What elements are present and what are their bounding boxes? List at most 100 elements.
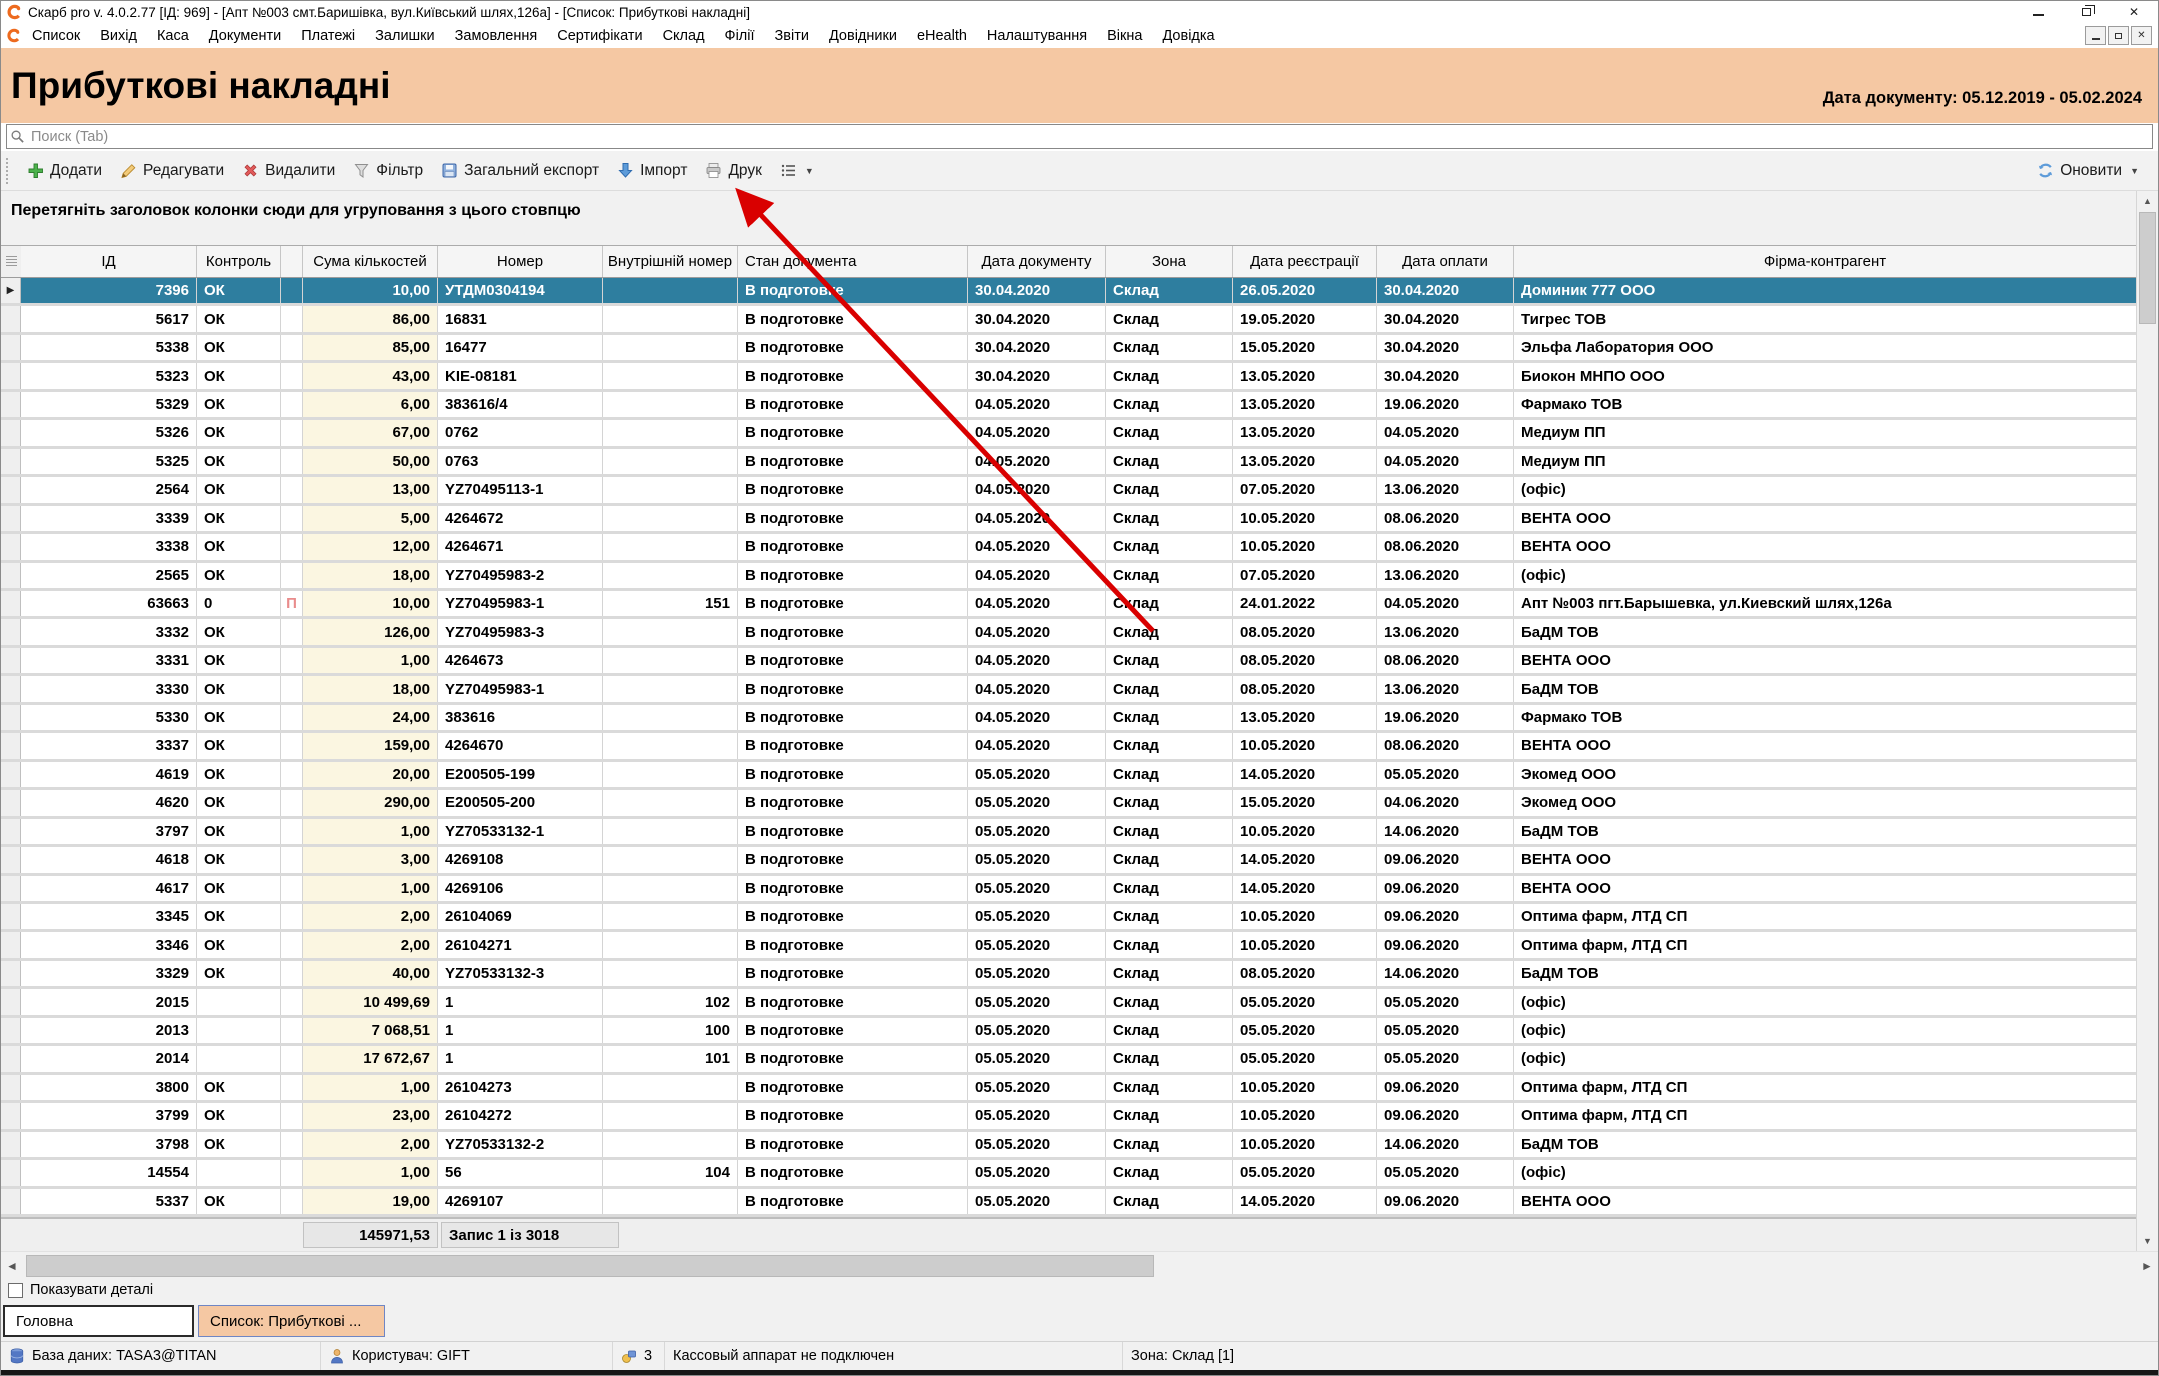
cell-doc-date: 05.05.2020 xyxy=(968,989,1106,1014)
tab-home[interactable]: Головна xyxy=(3,1305,194,1337)
column-header-id[interactable]: ІД xyxy=(21,246,197,277)
close-button[interactable]: ✕ xyxy=(2110,1,2158,23)
mdi-minimize-button[interactable] xyxy=(2085,26,2106,45)
menu-item-8[interactable]: Сертифікати xyxy=(547,28,652,44)
export-button[interactable]: Загальний експорт xyxy=(432,156,608,186)
refresh-icon xyxy=(2037,162,2054,179)
table-row[interactable]: 3331ОК1,004264673В подготовке04.05.2020С… xyxy=(1,648,2136,676)
column-header-internal-number[interactable]: Внутрішній номер xyxy=(603,246,738,277)
table-row[interactable]: 4619ОК20,00E200505-199В подготовке05.05.… xyxy=(1,762,2136,790)
table-row[interactable]: 4618ОК3,004269108В подготовке05.05.2020С… xyxy=(1,847,2136,875)
menu-item-14[interactable]: Налаштування xyxy=(977,28,1097,44)
horizontal-scroll-thumb[interactable] xyxy=(26,1255,1154,1277)
tab-list-invoices[interactable]: Список: Прибуткові ... xyxy=(198,1305,385,1337)
filter-button[interactable]: Фільтр xyxy=(344,156,432,186)
menu-item-12[interactable]: Довідники xyxy=(819,28,907,44)
column-header-qty-sum[interactable]: Сума кількостей xyxy=(303,246,438,277)
table-row[interactable]: 4620ОК290,00E200505-200В подготовке05.05… xyxy=(1,790,2136,818)
vertical-scrollbar[interactable]: ▲ ▼ xyxy=(2136,191,2158,1251)
menu-item-15[interactable]: Вікна xyxy=(1097,28,1152,44)
table-row[interactable]: 3339ОК5,004264672В подготовке04.05.2020С… xyxy=(1,506,2136,534)
table-row[interactable]: 3798ОК2,00YZ70533132-2В подготовке05.05.… xyxy=(1,1132,2136,1160)
mdi-restore-button[interactable] xyxy=(2108,26,2129,45)
table-row[interactable]: 3346ОК2,0026104271В подготовке05.05.2020… xyxy=(1,932,2136,960)
menu-item-2[interactable]: Вихід xyxy=(90,28,147,44)
table-row[interactable]: 3329ОК40,00YZ70533132-3В подготовке05.05… xyxy=(1,961,2136,989)
import-button[interactable]: Імпорт xyxy=(608,156,696,186)
vertical-scroll-thumb[interactable] xyxy=(2139,212,2156,324)
scroll-right-icon[interactable]: ► xyxy=(2136,1252,2158,1279)
table-row[interactable]: 3345ОК2,0026104069В подготовке05.05.2020… xyxy=(1,904,2136,932)
table-row[interactable]: 4617ОК1,004269106В подготовке05.05.2020С… xyxy=(1,876,2136,904)
table-row[interactable]: 3799ОК23,0026104272В подготовке05.05.202… xyxy=(1,1103,2136,1131)
column-header-number[interactable]: Номер xyxy=(438,246,603,277)
table-row[interactable]: 5325ОК50,000763В подготовке04.05.2020Скл… xyxy=(1,449,2136,477)
menu-item-16[interactable]: Довідка xyxy=(1152,28,1224,44)
cell-doc-state: В подготовке xyxy=(738,1160,968,1185)
menu-item-13[interactable]: eHealth xyxy=(907,28,977,44)
table-row[interactable]: 145541,0056104В подготовке05.05.2020Скла… xyxy=(1,1160,2136,1188)
status-cash-register-count: 3 xyxy=(613,1342,665,1370)
menu-item-10[interactable]: Філії xyxy=(715,28,765,44)
cell-doc-state: В подготовке xyxy=(738,477,968,502)
menu-item-5[interactable]: Платежі xyxy=(291,28,365,44)
horizontal-scrollbar[interactable]: ◄ ► xyxy=(1,1251,2158,1279)
scroll-down-icon[interactable]: ▼ xyxy=(2137,1231,2158,1251)
table-row[interactable]: 2564ОК13,00YZ70495113-1В подготовке04.05… xyxy=(1,477,2136,505)
print-button[interactable]: Друк xyxy=(696,156,770,186)
add-button-label: Додати xyxy=(50,162,102,180)
menu-item-9[interactable]: Склад xyxy=(653,28,715,44)
table-row[interactable]: 5617ОК86,0016831В подготовке30.04.2020Ск… xyxy=(1,306,2136,334)
table-row[interactable]: 5337ОК19,004269107В подготовке05.05.2020… xyxy=(1,1189,2136,1217)
menu-item-11[interactable]: Звіти xyxy=(765,28,819,44)
table-row[interactable]: 201417 672,671101В подготовке05.05.2020С… xyxy=(1,1046,2136,1074)
mdi-close-button[interactable]: ✕ xyxy=(2131,26,2152,45)
table-row[interactable]: 3330ОК18,00YZ70495983-1В подготовке04.05… xyxy=(1,676,2136,704)
scroll-left-icon[interactable]: ◄ xyxy=(1,1252,23,1279)
column-header-doc-date[interactable]: Дата документу xyxy=(968,246,1106,277)
table-row[interactable]: 5330ОК24,00383616В подготовке04.05.2020С… xyxy=(1,705,2136,733)
menu-item-4[interactable]: Документи xyxy=(199,28,291,44)
restore-button[interactable] xyxy=(2062,1,2110,23)
toolbar-grip[interactable] xyxy=(6,158,12,184)
table-row[interactable]: 5323ОК43,00KIE-08181В подготовке30.04.20… xyxy=(1,363,2136,391)
add-button[interactable]: Додати xyxy=(18,156,111,186)
search-box[interactable] xyxy=(6,124,2153,149)
menu-item-1[interactable]: Список xyxy=(22,28,90,44)
edit-button[interactable]: Редагувати xyxy=(111,156,233,186)
scroll-up-icon[interactable]: ▲ xyxy=(2137,191,2158,211)
table-row[interactable]: 3338ОК12,004264671В подготовке04.05.2020… xyxy=(1,534,2136,562)
menu-item-7[interactable]: Замовлення xyxy=(445,28,548,44)
cell-pay-date: 13.06.2020 xyxy=(1377,676,1514,701)
menu-item-3[interactable]: Каса xyxy=(147,28,199,44)
table-row[interactable]: 3332ОК126,00YZ70495983-3В подготовке04.0… xyxy=(1,619,2136,647)
cell-internal-number xyxy=(603,449,738,474)
cell-number: YZ70533132-1 xyxy=(438,819,603,844)
table-row[interactable]: 2565ОК18,00YZ70495983-2В подготовке04.05… xyxy=(1,563,2136,591)
table-row[interactable]: 3797ОК1,00YZ70533132-1В подготовке05.05.… xyxy=(1,819,2136,847)
column-header-doc-state[interactable]: Стан документа xyxy=(738,246,968,277)
menu-item-6[interactable]: Залишки xyxy=(365,28,444,44)
minimize-button[interactable] xyxy=(2014,1,2062,23)
cell-doc-state: В подготовке xyxy=(738,1103,968,1128)
list-view-button[interactable]: ▼ xyxy=(771,156,823,186)
table-row[interactable]: 5338ОК85,0016477В подготовке30.04.2020Ск… xyxy=(1,335,2136,363)
show-details-checkbox[interactable] xyxy=(8,1283,23,1298)
column-header-pay-date[interactable]: Дата оплати xyxy=(1377,246,1514,277)
column-header-reg-date[interactable]: Дата реєстрації xyxy=(1233,246,1377,277)
search-input[interactable] xyxy=(26,128,2152,146)
column-header-control[interactable]: Контроль xyxy=(197,246,281,277)
column-header-zone[interactable]: Зона xyxy=(1106,246,1233,277)
table-row[interactable]: 201510 499,691102В подготовке05.05.2020С… xyxy=(1,989,2136,1017)
table-row[interactable]: 20137 068,511100В подготовке05.05.2020Ск… xyxy=(1,1018,2136,1046)
table-row[interactable]: 3337ОК159,004264670В подготовке04.05.202… xyxy=(1,733,2136,761)
delete-button[interactable]: Видалити xyxy=(233,156,344,186)
table-row[interactable]: ▶7396ОК10,00УТДМ0304194В подготовке30.04… xyxy=(1,278,2136,306)
table-row[interactable]: 5329ОК6,00383616/4В подготовке04.05.2020… xyxy=(1,392,2136,420)
table-row[interactable]: 5326ОК67,000762В подготовке04.05.2020Скл… xyxy=(1,420,2136,448)
column-header-flag[interactable] xyxy=(281,246,303,277)
column-header-contractor[interactable]: Фірма-контрагент xyxy=(1514,246,2137,277)
table-row[interactable]: 3800ОК1,0026104273В подготовке05.05.2020… xyxy=(1,1075,2136,1103)
table-row[interactable]: 636630П10,00YZ70495983-1151В подготовке0… xyxy=(1,591,2136,619)
refresh-button[interactable]: Оновити ▼ xyxy=(2028,156,2148,186)
